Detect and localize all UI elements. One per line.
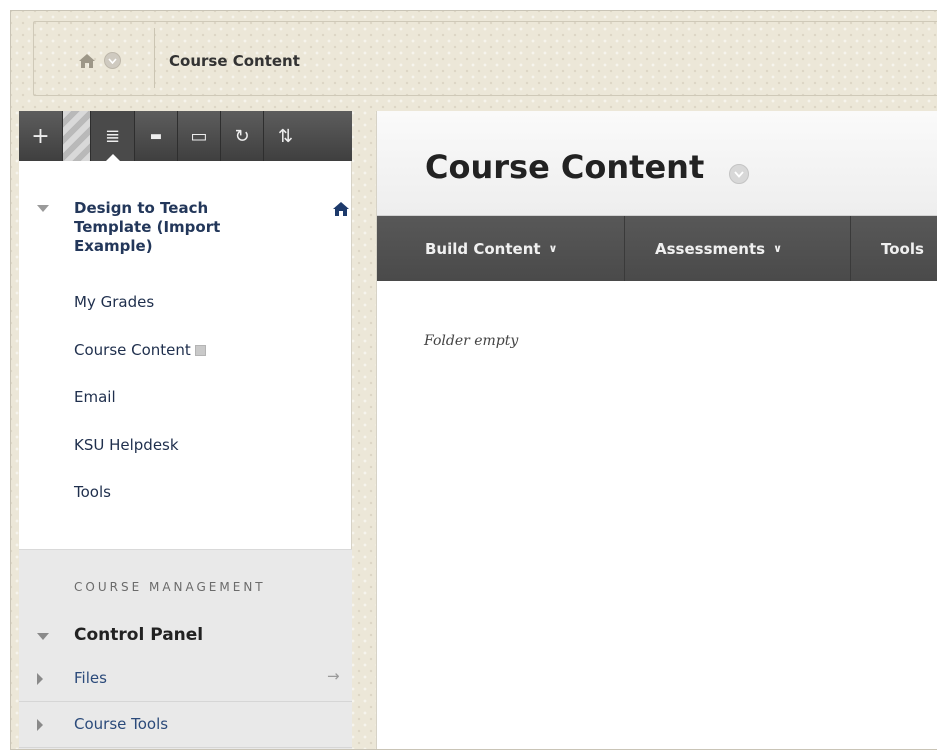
- list-view-button[interactable]: ≣: [91, 111, 135, 161]
- page-title: Course Content: [425, 148, 705, 186]
- sort-icon: ⇅: [277, 125, 294, 147]
- page-title-chevron-icon[interactable]: [729, 164, 749, 184]
- content-area: Course Content Build Content ∨ Assessmen…: [376, 111, 937, 749]
- collapse-triangle-icon[interactable]: [37, 205, 49, 212]
- chevron-down-icon: ∨: [548, 242, 558, 255]
- row-label: Course Tools: [74, 715, 169, 733]
- course-menu-panel: + ≣ ▬ ▭ ↻ ⇅ Design to Teach Template (Im…: [19, 111, 352, 749]
- content-header: Course Content: [377, 111, 937, 216]
- list-view-icon: ≣: [104, 125, 121, 147]
- control-panel-item-course-tools[interactable]: Course Tools: [19, 702, 352, 748]
- menu-item-ksu-helpdesk[interactable]: KSU Helpdesk: [74, 436, 179, 454]
- breadcrumb-divider: [154, 28, 155, 88]
- breadcrumb-current[interactable]: Course Content: [169, 52, 300, 70]
- action-bar: Build Content ∨ Assessments ∨ Tools: [377, 216, 937, 281]
- refresh-icon: ↻: [234, 125, 250, 147]
- tools-button[interactable]: Tools: [851, 216, 937, 281]
- menu-item-tools[interactable]: Tools: [74, 483, 111, 501]
- chevron-down-icon: ∨: [773, 242, 783, 255]
- menu-item-label: Course Content: [74, 341, 191, 359]
- menu-item-my-grades[interactable]: My Grades: [74, 293, 154, 311]
- course-menu-toolbar: + ≣ ▬ ▭ ↻ ⇅: [19, 111, 352, 161]
- course-management-section: COURSE MANAGEMENT Control Panel Files → …: [19, 549, 352, 749]
- button-label: Build Content: [425, 239, 541, 258]
- folder-view-button[interactable]: ▬: [135, 111, 178, 161]
- reorder-button[interactable]: ⇅: [264, 111, 307, 161]
- empty-folder-message: Folder empty: [424, 333, 519, 349]
- expand-triangle-icon: [37, 719, 43, 731]
- course-home-icon[interactable]: [332, 201, 350, 217]
- refresh-button[interactable]: ↻: [221, 111, 264, 161]
- add-menu-item-button[interactable]: +: [19, 111, 63, 161]
- expand-triangle-icon: [37, 673, 43, 685]
- window-icon: ▭: [190, 125, 208, 147]
- control-panel-heading[interactable]: Control Panel: [74, 625, 203, 645]
- new-window-button[interactable]: ▭: [178, 111, 221, 161]
- add-icon: +: [31, 123, 50, 149]
- home-icon[interactable]: [78, 53, 96, 69]
- collapse-triangle-icon[interactable]: [37, 633, 49, 640]
- course-title-link[interactable]: Design to Teach Template (Import Example…: [74, 199, 284, 256]
- button-label: Assessments: [655, 239, 766, 258]
- menu-item-email[interactable]: Email: [74, 388, 116, 406]
- content-area-icon: [194, 345, 206, 356]
- course-management-heading: COURSE MANAGEMENT: [74, 580, 266, 594]
- control-panel-item-files[interactable]: Files →: [19, 656, 352, 702]
- breadcrumb-menu-chevron-icon[interactable]: [104, 52, 121, 69]
- page-frame: Course Content + ≣ ▬ ▭ ↻ ⇅ Design to Tea…: [10, 10, 937, 750]
- assessments-button[interactable]: Assessments ∨: [625, 216, 851, 281]
- build-content-button[interactable]: Build Content ∨: [377, 216, 625, 281]
- menu-item-course-content[interactable]: Course Content: [74, 341, 206, 359]
- row-label: Files: [74, 669, 107, 687]
- toolbar-divider: [63, 111, 91, 161]
- button-label: Tools: [881, 239, 924, 258]
- folder-icon: ▬: [149, 128, 163, 144]
- arrow-right-icon: →: [327, 667, 340, 685]
- breadcrumb: Course Content: [33, 21, 937, 96]
